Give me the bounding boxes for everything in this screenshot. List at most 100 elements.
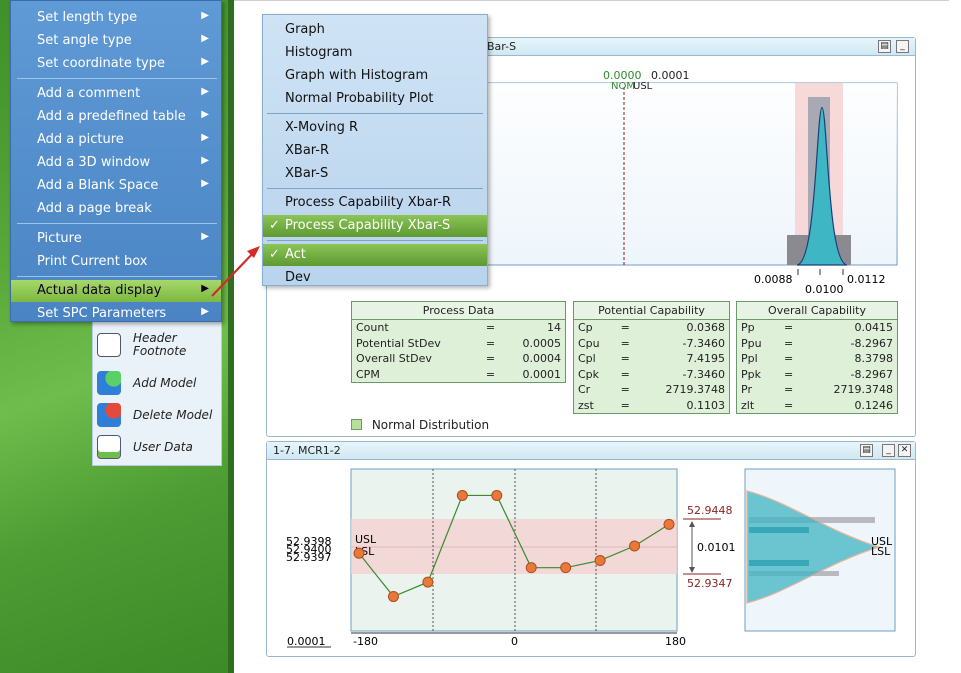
submenu-item-act[interactable]: ✓ Act: [263, 244, 487, 266]
process-data-title: Process Data: [352, 302, 565, 320]
tool-label: Add Model: [133, 376, 197, 390]
tool-label: Delete Model: [133, 408, 213, 422]
menu-item-set-angle-type[interactable]: Set angle type ▶: [11, 30, 221, 52]
table-row: zlt = 0.1246: [741, 398, 893, 412]
chevron-right-icon: ▶: [201, 56, 209, 67]
x-tick-mid: 0.0100: [805, 283, 844, 296]
tolerance-band: [351, 519, 677, 574]
x-tick-right: 180: [665, 635, 686, 648]
menu-item-set-coordinate-type[interactable]: Set coordinate type ▶: [11, 53, 221, 75]
tool-label: User Data: [133, 440, 193, 454]
submenu-item-histogram[interactable]: Histogram: [263, 42, 487, 64]
chevron-right-icon: ▶: [201, 86, 209, 97]
submenu-item-graph-with-histogram[interactable]: Graph with Histogram: [263, 65, 487, 87]
tool-label: Header Footnote: [133, 331, 187, 358]
menu-item-actual-data-display[interactable]: Actual data display ▶: [11, 280, 221, 302]
data-point: [525, 562, 537, 574]
minimize-icon[interactable]: _: [882, 444, 895, 457]
menu-item-picture[interactable]: Picture ▶: [11, 228, 221, 250]
menu-separator: [17, 276, 217, 277]
menu-separator: [17, 78, 217, 79]
minimize-icon[interactable]: _: [896, 40, 909, 53]
overall-capability-table: Overall Capability Pp = 0.0415 Ppu = -8.2967…: [736, 301, 898, 414]
collapse-icon[interactable]: ▤: [878, 40, 891, 53]
tool-add-model[interactable]: Add Model: [97, 369, 221, 399]
user-data-icon: [97, 435, 121, 459]
tool-delete-model[interactable]: Delete Model: [97, 401, 221, 431]
submenu-item-graph[interactable]: Graph: [263, 19, 487, 41]
data-point: [422, 576, 434, 588]
menu-item-add-page-break[interactable]: Add a page break: [11, 198, 221, 220]
overall-capability-title: Overall Capability: [737, 302, 897, 320]
collapse-icon[interactable]: ▤: [860, 444, 873, 457]
legend-swatch: [351, 419, 362, 430]
submenu-item-x-moving-r[interactable]: X-Moving R: [263, 117, 487, 139]
menu-item-set-length-type[interactable]: Set length type ▶: [11, 7, 221, 29]
menu-item-add-picture[interactable]: Add a picture ▶: [11, 129, 221, 151]
menu-item-set-spc-parameters[interactable]: Set SPC Parameters ▶: [11, 303, 221, 323]
menu-item-print-current-box[interactable]: Print Current box: [11, 251, 221, 273]
submenu-item-process-capability-xbar-r[interactable]: Process Capability Xbar-R: [263, 192, 487, 214]
chevron-right-icon: ▶: [201, 155, 209, 166]
y-label-3: 52.9397: [286, 551, 332, 564]
table-row: Overall StDev = 0.0004: [356, 352, 561, 366]
data-point: [491, 489, 503, 501]
table-row: Cpl = 7.4195: [578, 352, 725, 366]
potential-capability-table: Potential Capability Cp = 0.0368 Cpu = -7.34…: [573, 301, 730, 414]
mcr-panel-title-text: 1-7. MCR1-2: [273, 444, 341, 457]
delete-model-icon: [97, 403, 121, 427]
close-icon[interactable]: ✕: [898, 444, 911, 457]
mcr-chart: 52.9398 52.9400 52.9397 USL LSL -180 0 1…: [286, 468, 896, 648]
data-point: [353, 547, 365, 559]
upper-limit-value: 52.9448: [687, 504, 733, 517]
chevron-right-icon: ▶: [201, 283, 209, 294]
submenu-item-process-capability-xbar-s[interactable]: ✓ Process Capability Xbar-S: [263, 215, 487, 237]
x-tick-high: 0.0112: [847, 273, 886, 286]
data-point: [456, 489, 468, 501]
process-data-table: Process Data Count = 14 Potential StDev = 0.…: [351, 301, 566, 383]
data-point: [560, 562, 572, 574]
data-point: [629, 540, 641, 552]
checkmark-icon: ✓: [269, 218, 280, 233]
submenu-item-normal-probability-plot[interactable]: Normal Probability Plot: [263, 88, 487, 110]
submenu-item-dev[interactable]: Dev: [263, 267, 487, 287]
submenu-item-xbar-r[interactable]: XBar-R: [263, 140, 487, 162]
tool-header-footnote[interactable]: Header Footnote: [97, 331, 221, 361]
legend: Normal Distribution: [351, 418, 489, 432]
chevron-right-icon: ▶: [201, 306, 209, 317]
potential-capability-title: Potential Capability: [574, 302, 729, 320]
table-row: Ppl = 8.3798: [741, 352, 893, 366]
scale-label: 0.0001: [287, 635, 326, 648]
chevron-right-icon: ▶: [201, 132, 209, 143]
menu-item-add-3d-window[interactable]: Add a 3D window ▶: [11, 152, 221, 174]
chevron-right-icon: ▶: [201, 109, 209, 120]
submenu-separator: [267, 188, 483, 189]
range-value: 0.0101: [697, 541, 736, 554]
usl-label: USL: [633, 81, 653, 92]
table-row: Ppu = -8.2967: [741, 336, 893, 350]
mcr-panel: 1-7. MCR1-2 ▤ _ ✕ 52.9398 52.9400 52.939…: [266, 441, 916, 657]
table-row: Pr = 2719.3748: [741, 383, 893, 397]
menu-item-add-blank-space[interactable]: Add a Blank Space ▶: [11, 175, 221, 197]
usl-value: 0.0001: [651, 69, 690, 82]
table-row: Pp = 0.0415: [741, 321, 893, 335]
table-row: Ppk = -8.2967: [741, 367, 893, 381]
chevron-right-icon: ▶: [201, 231, 209, 242]
menu-item-add-predefined-table[interactable]: Add a predefined table ▶: [11, 106, 221, 128]
tool-user-data[interactable]: User Data: [97, 433, 221, 463]
submenu-separator: [267, 113, 483, 114]
menu-separator: [17, 223, 217, 224]
lower-limit-value: 52.9347: [687, 577, 733, 590]
table-row: Count = 14: [356, 321, 561, 335]
data-point: [663, 518, 675, 530]
table-row: Cpk = -7.3460: [578, 367, 725, 381]
x-tick-center: 0: [511, 635, 518, 648]
header-footnote-icon: [97, 333, 121, 357]
chevron-right-icon: ▶: [201, 178, 209, 189]
submenu-item-xbar-s[interactable]: XBar-S: [263, 163, 487, 185]
capability-panel-title-text: Bar-S: [487, 40, 517, 53]
menu-item-add-comment[interactable]: Add a comment ▶: [11, 83, 221, 105]
table-row: zst = 0.1103: [578, 398, 725, 412]
data-point: [387, 591, 399, 603]
table-row: Potential StDev = 0.0005: [356, 336, 561, 350]
